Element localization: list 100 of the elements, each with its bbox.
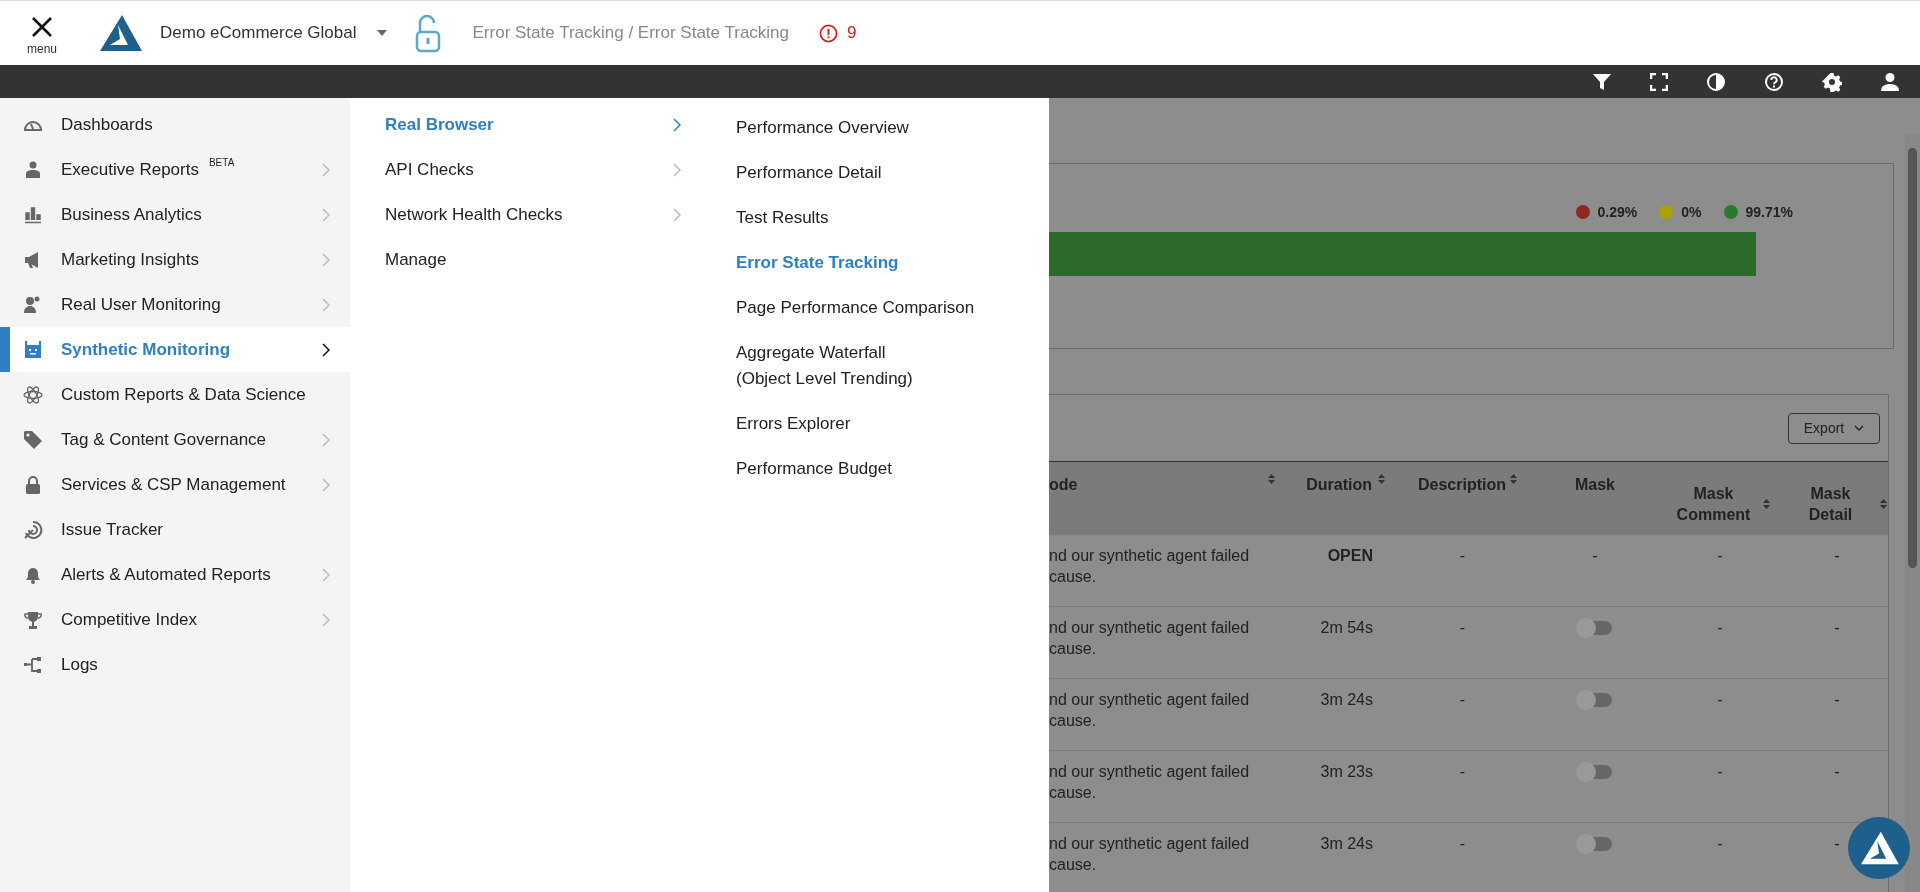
nav-label: Issue Tracker bbox=[61, 519, 164, 540]
sort-icon[interactable] bbox=[1378, 474, 1385, 484]
page-link[interactable]: Errors Explorer bbox=[736, 411, 975, 456]
submenu-item[interactable]: Network Health Checks bbox=[385, 192, 736, 237]
table-cell: - bbox=[1717, 619, 1723, 636]
nav-item[interactable]: Real User Monitoring bbox=[0, 282, 350, 327]
nav-label: Business Analytics bbox=[61, 204, 202, 225]
nav-item[interactable]: Executive Reports $^{BETA}$ bbox=[0, 147, 350, 192]
table-cell: 2m 54s bbox=[1320, 619, 1373, 636]
logo-icon bbox=[1859, 830, 1899, 866]
nav-label: Dashboards bbox=[61, 114, 153, 135]
nav-item[interactable]: Alerts & Automated Reports bbox=[0, 552, 350, 597]
logo-icon[interactable] bbox=[98, 13, 142, 53]
submenu-item[interactable]: API Checks bbox=[385, 147, 736, 192]
page-link[interactable]: Error State Tracking bbox=[736, 250, 975, 295]
nav-item[interactable]: Dashboards bbox=[0, 102, 350, 147]
settings-icon[interactable] bbox=[1822, 71, 1842, 92]
export-button[interactable]: Export bbox=[1788, 412, 1880, 444]
column-header[interactable]: Description bbox=[1390, 462, 1535, 535]
alert-count-button[interactable]: 9 bbox=[819, 23, 857, 43]
help-icon[interactable] bbox=[1764, 71, 1784, 92]
contrast-icon[interactable] bbox=[1706, 71, 1726, 92]
nav-item[interactable]: Marketing Insights bbox=[0, 237, 350, 282]
chevron-right-icon bbox=[322, 477, 330, 492]
user-icon[interactable] bbox=[1880, 71, 1900, 92]
target-icon bbox=[23, 519, 43, 540]
nav-label: Real User Monitoring bbox=[61, 294, 221, 315]
page-link[interactable]: Page Performance Comparison bbox=[736, 295, 975, 340]
table-cell: - bbox=[1834, 619, 1840, 636]
mask-toggle[interactable] bbox=[1578, 765, 1612, 779]
column-header[interactable]: Mask bbox=[1535, 462, 1655, 535]
lock-icon bbox=[23, 474, 43, 495]
trophy-icon bbox=[23, 609, 43, 630]
nav-label: Services & CSP Management bbox=[61, 474, 286, 495]
table-cell: - bbox=[1834, 547, 1840, 564]
nav-item[interactable]: Logs bbox=[0, 642, 350, 687]
filter-icon[interactable] bbox=[1592, 71, 1612, 92]
status-percentage: 99.71% bbox=[1745, 204, 1793, 220]
mask-toggle[interactable] bbox=[1578, 837, 1612, 851]
table-cell-text: nd our synthetic agent failed cause. bbox=[1049, 618, 1251, 659]
table-cell: OPEN bbox=[1327, 547, 1373, 564]
nav-item[interactable]: Synthetic Monitoring bbox=[0, 327, 350, 372]
submenu-item[interactable]: Real Browser bbox=[385, 102, 736, 147]
table-cell-text: nd our synthetic agent failed cause. bbox=[1049, 762, 1251, 803]
page-link[interactable]: Performance Budget bbox=[736, 456, 975, 501]
nav-label: Logs bbox=[61, 654, 98, 675]
chevron-right-icon bbox=[322, 297, 330, 312]
column-header[interactable]: Mask Comment bbox=[1655, 462, 1785, 535]
sort-icon[interactable] bbox=[1268, 474, 1275, 484]
unlocked-padlock-icon[interactable] bbox=[414, 13, 441, 53]
nav-item[interactable]: Issue Tracker bbox=[0, 507, 350, 552]
table-cell: 3m 23s bbox=[1320, 763, 1373, 780]
person-icon bbox=[23, 159, 43, 180]
close-menu-button[interactable]: menu bbox=[0, 10, 84, 56]
table-cell: - bbox=[1834, 691, 1840, 708]
page-link[interactable]: Test Results bbox=[736, 205, 975, 250]
page-link[interactable]: Aggregate Waterfall (Object Level Trending) bbox=[736, 340, 975, 411]
fullscreen-icon[interactable] bbox=[1650, 72, 1668, 91]
sort-icon[interactable] bbox=[1762, 499, 1770, 509]
chevron-right-icon bbox=[322, 162, 330, 177]
table-cell: - bbox=[1717, 835, 1723, 852]
table-cell: - bbox=[1834, 835, 1840, 852]
table-cell: 3m 24s bbox=[1320, 691, 1373, 708]
chevron-right-icon bbox=[673, 162, 681, 177]
sort-icon[interactable] bbox=[1510, 474, 1517, 484]
nav-item[interactable]: Services & CSP Management bbox=[0, 462, 350, 507]
chevron-right-icon bbox=[673, 207, 681, 222]
table-cell: - bbox=[1459, 619, 1466, 636]
mask-toggle[interactable] bbox=[1578, 621, 1612, 635]
table-cell: 3m 24s bbox=[1320, 835, 1373, 852]
column-header[interactable]: ode bbox=[1049, 462, 1290, 535]
submenu-item[interactable]: Manage bbox=[385, 237, 736, 282]
bar-chart-icon bbox=[23, 204, 43, 225]
scrollbar[interactable] bbox=[1905, 134, 1920, 892]
table-cell: - bbox=[1459, 763, 1466, 780]
mask-toggle[interactable] bbox=[1578, 693, 1612, 707]
page-link[interactable]: Performance Detail bbox=[736, 160, 975, 205]
table-cell: - bbox=[1459, 547, 1466, 564]
close-icon bbox=[31, 16, 53, 38]
page-link[interactable]: Performance Overview bbox=[736, 115, 975, 160]
account-selector[interactable]: Demo eCommerce Global bbox=[160, 23, 387, 43]
nav-item[interactable]: Competitive Index bbox=[0, 597, 350, 642]
table-cell: - bbox=[1459, 835, 1466, 852]
chevron-right-icon bbox=[673, 117, 681, 132]
column-header[interactable]: Duration bbox=[1290, 462, 1390, 535]
nav-label: Alerts & Automated Reports bbox=[61, 564, 271, 585]
nav-item[interactable]: Tag & Content Governance bbox=[0, 417, 350, 462]
sort-icon[interactable] bbox=[1879, 499, 1887, 509]
table-cell: - bbox=[1834, 763, 1840, 780]
chevron-down-icon bbox=[1854, 425, 1865, 431]
nav-item[interactable]: Business Analytics bbox=[0, 192, 350, 237]
column-header[interactable]: Mask Detail bbox=[1785, 462, 1889, 535]
nav-item[interactable]: Custom Reports & Data Science bbox=[0, 372, 350, 417]
table-cell-text: nd our synthetic agent failed cause. bbox=[1049, 834, 1251, 875]
atom-icon bbox=[23, 384, 43, 405]
table-cell: - bbox=[1592, 547, 1598, 564]
robot-icon bbox=[23, 339, 43, 360]
table-cell: - bbox=[1459, 691, 1466, 708]
table-cell: - bbox=[1717, 691, 1723, 708]
chevron-right-icon bbox=[322, 567, 330, 582]
